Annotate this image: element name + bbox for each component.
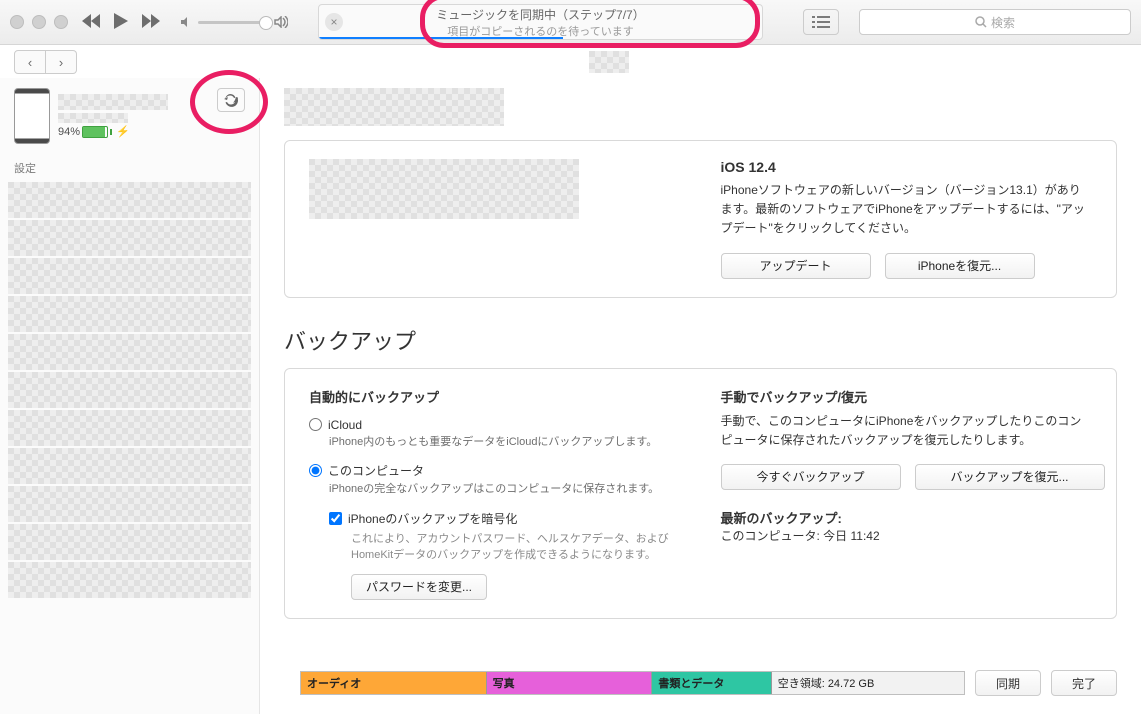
sidebar-item[interactable]: [8, 486, 251, 522]
sidebar-item[interactable]: [8, 334, 251, 370]
content-header: [284, 88, 1117, 126]
window-controls[interactable]: [10, 15, 68, 29]
minimize-dot[interactable]: [32, 15, 46, 29]
bottom-bar: オーディオ 写真 書類とデータ 空き領域: 24.72 GB 同期 完了: [300, 670, 1117, 696]
volume-low-icon: [180, 16, 192, 28]
storage-seg-free: 空き領域: 24.72 GB: [772, 672, 964, 694]
list-view-button[interactable]: [803, 9, 839, 35]
manual-backup-title: 手動でバックアップ/復元: [721, 387, 1093, 406]
sidebar-item[interactable]: [8, 562, 251, 598]
storage-seg-photos: 写真: [487, 672, 653, 694]
sidebar-item[interactable]: [8, 524, 251, 560]
device-thumbnail-icon: [14, 88, 50, 144]
zoom-dot[interactable]: [54, 15, 68, 29]
icloud-radio-input[interactable]: [309, 418, 322, 431]
encrypt-desc: これにより、アカウントパスワード、ヘルスケアデータ、およびHomeKitデータの…: [351, 531, 681, 564]
redacted: [589, 51, 629, 73]
play-icon[interactable]: [114, 13, 128, 32]
battery-icon: [82, 126, 108, 138]
storage-seg-docs: 書類とデータ: [652, 672, 771, 694]
battery-status: 94% ⚡: [58, 125, 245, 138]
subbar-center: [77, 51, 1141, 73]
backup-panel: 自動的にバックアップ iCloud iPhone内のもっとも重要なデータをiCl…: [284, 368, 1117, 619]
toolbar: × ミュージックを同期中（ステップ7/7） 項目がコピーされるのを待っています …: [0, 0, 1141, 45]
encrypt-label: iPhoneのバックアップを暗号化: [348, 510, 517, 527]
sidebar-item[interactable]: [8, 410, 251, 446]
update-button[interactable]: アップデート: [721, 253, 871, 279]
battery-percent: 94%: [58, 126, 80, 138]
backup-now-button[interactable]: 今すぐバックアップ: [721, 464, 901, 490]
computer-desc: iPhoneの完全なバックアップはこのコンピュータに保存されます。: [329, 481, 681, 498]
backup-heading: バックアップ: [284, 324, 1117, 356]
ios-version-title: iOS 12.4: [721, 159, 1093, 175]
sidebar-item[interactable]: [8, 182, 251, 218]
storage-seg-audio: オーディオ: [301, 672, 487, 694]
next-icon[interactable]: [142, 14, 160, 31]
latest-backup-value: このコンピュータ: 今日 11:42: [721, 527, 1093, 546]
storage-bar: オーディオ 写真 書類とデータ 空き領域: 24.72 GB: [300, 671, 965, 695]
search-field[interactable]: 検索: [859, 9, 1131, 35]
device-title-redacted: [284, 88, 504, 126]
sidebar: 94% ⚡ 設定: [0, 78, 260, 714]
device-capacity-redacted: [58, 113, 128, 123]
search-icon: [975, 16, 987, 28]
sidebar-item[interactable]: [8, 258, 251, 294]
prev-icon[interactable]: [82, 14, 100, 31]
computer-radio-input[interactable]: [309, 464, 322, 477]
sidebar-item[interactable]: [8, 372, 251, 408]
manual-backup-desc: 手動で、このコンピュータにiPhoneをバックアップしたりこのコンピュータに保存…: [721, 412, 1093, 450]
device-name-redacted: [58, 94, 168, 110]
main-content: iOS 12.4 iPhoneソフトウェアの新しいバージョン（バージョン13.1…: [260, 78, 1141, 714]
device-info-redacted: [309, 159, 579, 219]
restore-iphone-button[interactable]: iPhoneを復元...: [885, 253, 1035, 279]
volume-control[interactable]: [180, 16, 288, 28]
encrypt-checkbox[interactable]: iPhoneのバックアップを暗号化: [329, 510, 681, 527]
charging-icon: ⚡: [116, 125, 130, 138]
sidebar-item[interactable]: [8, 448, 251, 484]
settings-header: 設定: [0, 148, 259, 180]
icloud-desc: iPhone内のもっとも重要なデータをiCloudにバックアップします。: [329, 434, 681, 451]
sidebar-item[interactable]: [8, 220, 251, 256]
computer-radio[interactable]: このコンピュータ: [309, 462, 681, 479]
cancel-sync-icon[interactable]: ×: [325, 13, 343, 31]
nav-back-button[interactable]: ‹: [14, 50, 46, 74]
icloud-radio[interactable]: iCloud: [309, 418, 681, 432]
encrypt-checkbox-input[interactable]: [329, 512, 342, 525]
sidebar-item[interactable]: [8, 296, 251, 332]
done-button[interactable]: 完了: [1051, 670, 1117, 696]
computer-radio-label: このコンピュータ: [328, 462, 424, 479]
nav-subbar: ‹ ›: [0, 45, 1141, 79]
latest-backup-title: 最新のバックアップ:: [721, 508, 1093, 527]
change-password-button[interactable]: パスワードを変更...: [351, 574, 487, 600]
sync-progress-bar: [319, 37, 563, 39]
playback-controls: [82, 13, 160, 32]
auto-backup-title: 自動的にバックアップ: [309, 387, 681, 406]
volume-high-icon: [274, 16, 288, 28]
sync-button[interactable]: 同期: [975, 670, 1041, 696]
volume-slider[interactable]: [198, 21, 268, 24]
ios-update-desc: iPhoneソフトウェアの新しいバージョン（バージョン13.1）があります。最新…: [721, 181, 1093, 239]
restore-backup-button[interactable]: バックアップを復元...: [915, 464, 1105, 490]
sync-device-button[interactable]: [217, 88, 245, 112]
sync-icon: [224, 93, 238, 107]
close-dot[interactable]: [10, 15, 24, 29]
status-lcd: × ミュージックを同期中（ステップ7/7） 項目がコピーされるのを待っています: [318, 4, 763, 40]
search-placeholder: 検索: [991, 14, 1015, 31]
nav-forward-button[interactable]: ›: [46, 50, 77, 74]
icloud-radio-label: iCloud: [328, 418, 362, 432]
summary-panel: iOS 12.4 iPhoneソフトウェアの新しいバージョン（バージョン13.1…: [284, 140, 1117, 298]
sync-status-title: ミュージックを同期中（ステップ7/7）: [436, 6, 644, 23]
